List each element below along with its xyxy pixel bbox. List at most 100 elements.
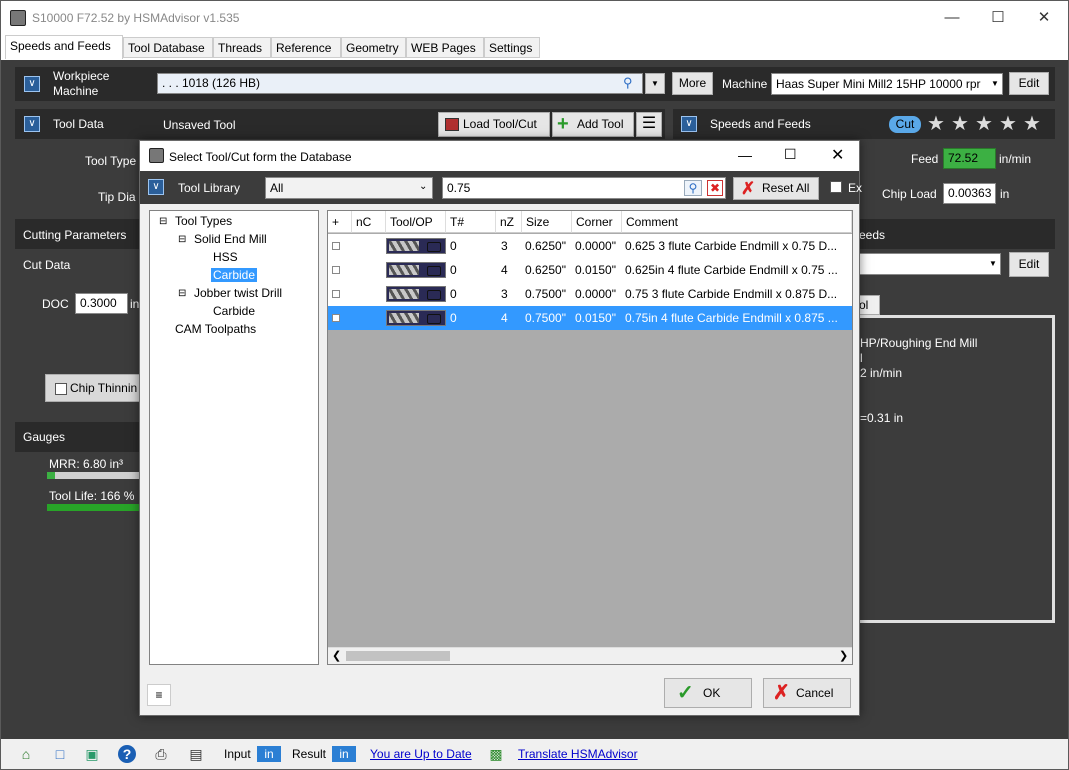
tool-life-label: Tool Life: 166 % [49, 489, 135, 503]
main-tabs: Speeds and Feeds Tool Database Threads R… [1, 35, 1068, 60]
list-options-icon[interactable]: ≡ [147, 684, 171, 706]
right-edit-button[interactable]: Edit [1009, 252, 1049, 277]
cell-corner: 0.0000" [575, 239, 616, 253]
library-expand-icon[interactable]: ∨ [148, 179, 164, 195]
tab-tool-database[interactable]: Tool Database [123, 37, 213, 58]
column-header[interactable]: Corner [572, 211, 622, 233]
ex-checkbox[interactable] [830, 181, 842, 193]
ok-button[interactable]: ✓ OK [664, 678, 752, 708]
dialog-close-button[interactable]: ✕ [831, 145, 844, 165]
rating-star-icon[interactable]: ★ [951, 114, 969, 134]
search-icon[interactable]: ⚲ [623, 75, 633, 91]
machine-edit-button[interactable]: Edit [1009, 72, 1049, 95]
tab-web-pages[interactable]: WEB Pages [406, 37, 484, 58]
cell-size: 0.7500" [525, 287, 566, 301]
more-button[interactable]: More [672, 72, 713, 95]
row-checkbox[interactable] [332, 314, 340, 322]
translate-link[interactable]: Translate HSMAdvisor [518, 747, 638, 761]
rating-star-icon[interactable]: ★ [1023, 114, 1041, 134]
doc-unit: in [130, 297, 140, 311]
scroll-right-icon[interactable]: ❯ [839, 649, 848, 662]
rating-star-icon[interactable]: ★ [999, 114, 1017, 134]
column-header[interactable]: T# [446, 211, 496, 233]
tree-item-hss[interactable]: HSS [213, 250, 238, 264]
load-tool-button[interactable]: Load Tool/Cut [438, 112, 550, 137]
end-mill-icon [386, 238, 446, 254]
table-row[interactable]: 0 3 0.7500" 0.0000" 0.75 3 flute Carbide… [328, 282, 852, 306]
result-unit-toggle[interactable]: in [332, 746, 356, 762]
tool-data-expand-icon[interactable]: ∨ [24, 116, 40, 132]
right-info-line: l [860, 351, 863, 365]
tool-library-label: Tool Library [178, 181, 241, 195]
tab-speeds-and-feeds[interactable]: Speeds and Feeds [5, 35, 123, 59]
chip-thinning-toggle[interactable]: Chip Thinnin [45, 374, 145, 402]
dialog-maximize-button[interactable]: ☐ [784, 146, 797, 163]
tab-geometry[interactable]: Geometry [341, 37, 406, 58]
dialog-minimize-button[interactable]: — [738, 147, 752, 163]
chip-thinning-checkbox[interactable] [55, 383, 67, 395]
column-header[interactable]: + [328, 211, 352, 233]
tree-item-tool-types[interactable]: Tool Types [175, 214, 232, 228]
tree-collapse-icon[interactable]: ⊟ [178, 288, 186, 299]
close-button[interactable]: ✕ [1021, 1, 1067, 35]
speeds-feeds-expand-icon[interactable]: ∨ [681, 116, 697, 132]
workpiece-expand-icon[interactable]: ∨ [24, 76, 40, 92]
doc-field[interactable]: 0.3000 [75, 293, 128, 314]
minimize-button[interactable]: — [929, 1, 975, 35]
tree-item-solid-end-mill[interactable]: Solid End Mill [194, 232, 267, 246]
print-icon[interactable]: ⎙ [152, 745, 170, 763]
help-icon[interactable]: ? [118, 745, 136, 763]
chip-load-field[interactable]: 0.00363 [943, 183, 996, 204]
feed-label: Feed [911, 152, 939, 166]
table-row[interactable]: 0 3 0.6250" 0.0000" 0.625 3 flute Carbid… [328, 234, 852, 258]
cancel-button[interactable]: ✗ Cancel [763, 678, 851, 708]
end-mill-icon [386, 286, 446, 302]
chat-icon[interactable]: □ [51, 745, 69, 763]
machine-select[interactable]: Haas Super Mini Mill2 15HP 10000 rpr [771, 73, 1003, 95]
select-tool-dialog: Select Tool/Cut form the Database — ☐ ✕ … [139, 140, 862, 716]
row-checkbox[interactable] [332, 242, 340, 250]
material-dropdown-button[interactable]: ▼ [645, 73, 665, 94]
column-header[interactable]: nZ [496, 211, 522, 233]
tree-item-carbide[interactable]: Carbide [211, 268, 258, 282]
material-field[interactable]: . . . 1018 (126 HB) [157, 73, 643, 94]
notes-icon[interactable]: ▤ [187, 745, 205, 763]
search-icon[interactable]: ⚲ [684, 180, 702, 196]
chevron-down-icon: ▼ [989, 259, 997, 268]
add-tool-label: Add Tool [577, 117, 624, 131]
column-header[interactable]: Size [522, 211, 572, 233]
menu-icon[interactable]: ☰ [636, 112, 662, 137]
tab-settings[interactable]: Settings [484, 37, 540, 58]
rating-star-icon[interactable]: ★ [975, 114, 993, 134]
scroll-left-icon[interactable]: ❮ [332, 649, 341, 662]
right-select[interactable] [856, 253, 1001, 275]
row-checkbox[interactable] [332, 266, 340, 274]
home-icon[interactable]: ⌂ [17, 745, 35, 763]
table-row[interactable]: 0 4 0.6250" 0.0150" 0.625in 4 flute Carb… [328, 258, 852, 282]
row-checkbox[interactable] [332, 290, 340, 298]
end-mill-icon [386, 262, 446, 278]
tab-threads[interactable]: Threads [213, 37, 271, 58]
tree-collapse-icon[interactable]: ⊟ [159, 216, 167, 227]
scroll-thumb[interactable] [346, 651, 450, 661]
add-tool-button[interactable]: + Add Tool [552, 112, 634, 137]
comment-icon[interactable]: ▣ [83, 745, 101, 763]
clear-search-icon[interactable]: ✖ [707, 180, 723, 196]
reset-all-button[interactable]: ✗ Reset All [733, 177, 819, 200]
tree-item-cam-toolpaths[interactable]: CAM Toolpaths [175, 322, 256, 336]
update-link[interactable]: You are Up to Date [370, 747, 472, 761]
column-header[interactable]: nC [352, 211, 386, 233]
tab-reference[interactable]: Reference [271, 37, 341, 58]
column-header[interactable]: Tool/OP [386, 211, 446, 233]
horizontal-scrollbar[interactable]: ❮ ❯ [328, 647, 852, 664]
input-unit-toggle[interactable]: in [257, 746, 281, 762]
table-row[interactable]: 0 4 0.7500" 0.0150" 0.75in 4 flute Carbi… [328, 306, 852, 330]
tree-item-jobber-carbide[interactable]: Carbide [213, 304, 255, 318]
column-header[interactable]: Comment [622, 211, 852, 233]
dialog-title-bar: Select Tool/Cut form the Database — ☐ ✕ [140, 141, 859, 171]
tree-collapse-icon[interactable]: ⊟ [178, 234, 186, 245]
rating-star-icon[interactable]: ★ [927, 114, 945, 134]
tree-item-jobber-drill[interactable]: Jobber twist Drill [194, 286, 282, 300]
library-filter-select[interactable]: All [265, 177, 433, 199]
maximize-button[interactable]: ☐ [975, 1, 1021, 35]
